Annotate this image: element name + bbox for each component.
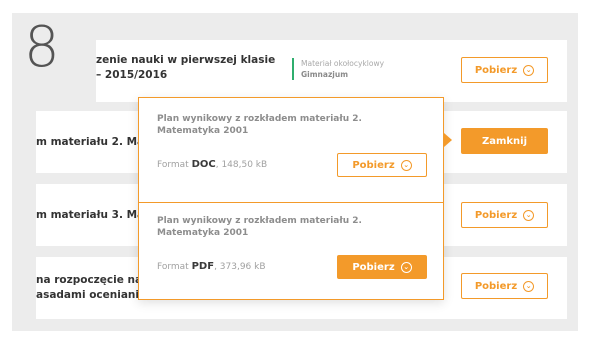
popup-divider — [139, 202, 443, 203]
material-type: Materiał okołocyklowy Gimnazjum — [292, 58, 384, 80]
row-title: m materiału 2. Ma — [36, 136, 145, 148]
download-pdf-button[interactable]: Pobierz ⌄ — [337, 255, 427, 279]
format-type: PDF — [191, 261, 215, 272]
download-button[interactable]: Pobierz ⌄ — [461, 273, 548, 299]
download-button-label: Pobierz — [474, 64, 518, 76]
download-circle-icon: ⌄ — [523, 64, 535, 76]
file-size: , 373,96 kB — [214, 262, 266, 272]
close-button[interactable]: Zamknij — [461, 128, 548, 154]
popup-pointer-icon — [444, 133, 452, 147]
download-button-label: Pobierz — [352, 261, 395, 273]
row-title: na rozpoczęcie na asadami oceniani — [36, 274, 143, 301]
file-title: Plan wynikowy z rozkładem materiału 2. M… — [157, 216, 362, 238]
download-button-label: Pobierz — [474, 280, 518, 292]
download-button[interactable]: Pobierz ⌄ — [461, 57, 548, 83]
format-type: DOC — [191, 159, 216, 170]
step-number: 8 — [24, 15, 60, 80]
download-button-label: Pobierz — [352, 159, 395, 171]
close-button-label: Zamknij — [481, 135, 528, 147]
row-title: zenie nauki w pierwszej klasie – 2015/20… — [96, 54, 276, 81]
download-circle-icon: ⌄ — [523, 280, 535, 292]
file-title: Plan wynikowy z rozkładem materiału 2. M… — [157, 114, 362, 136]
download-button-label: Pobierz — [474, 209, 518, 221]
format-prefix: Format — [157, 160, 189, 170]
row-title: m materiału 3. Ma — [36, 209, 145, 221]
download-doc-button[interactable]: Pobierz ⌄ — [337, 153, 427, 177]
type-label: Materiał okołocyklowy — [301, 59, 385, 68]
download-circle-icon: ⌄ — [400, 159, 412, 171]
download-circle-icon: ⌄ — [400, 261, 412, 273]
file-options-popup: Plan wynikowy z rozkładem materiału 2. M… — [138, 97, 444, 300]
list-item: zenie nauki w pierwszej klasie – 2015/20… — [96, 40, 567, 102]
file-format: Format PDF, 373,96 kB — [157, 261, 266, 272]
format-prefix: Format — [157, 262, 189, 272]
file-format: Format DOC, 148,50 kB — [157, 159, 267, 170]
file-size: , 148,50 kB — [215, 160, 268, 170]
type-level: Gimnazjum — [301, 70, 349, 79]
download-button[interactable]: Pobierz ⌄ — [461, 202, 548, 228]
download-circle-icon: ⌄ — [523, 209, 535, 221]
